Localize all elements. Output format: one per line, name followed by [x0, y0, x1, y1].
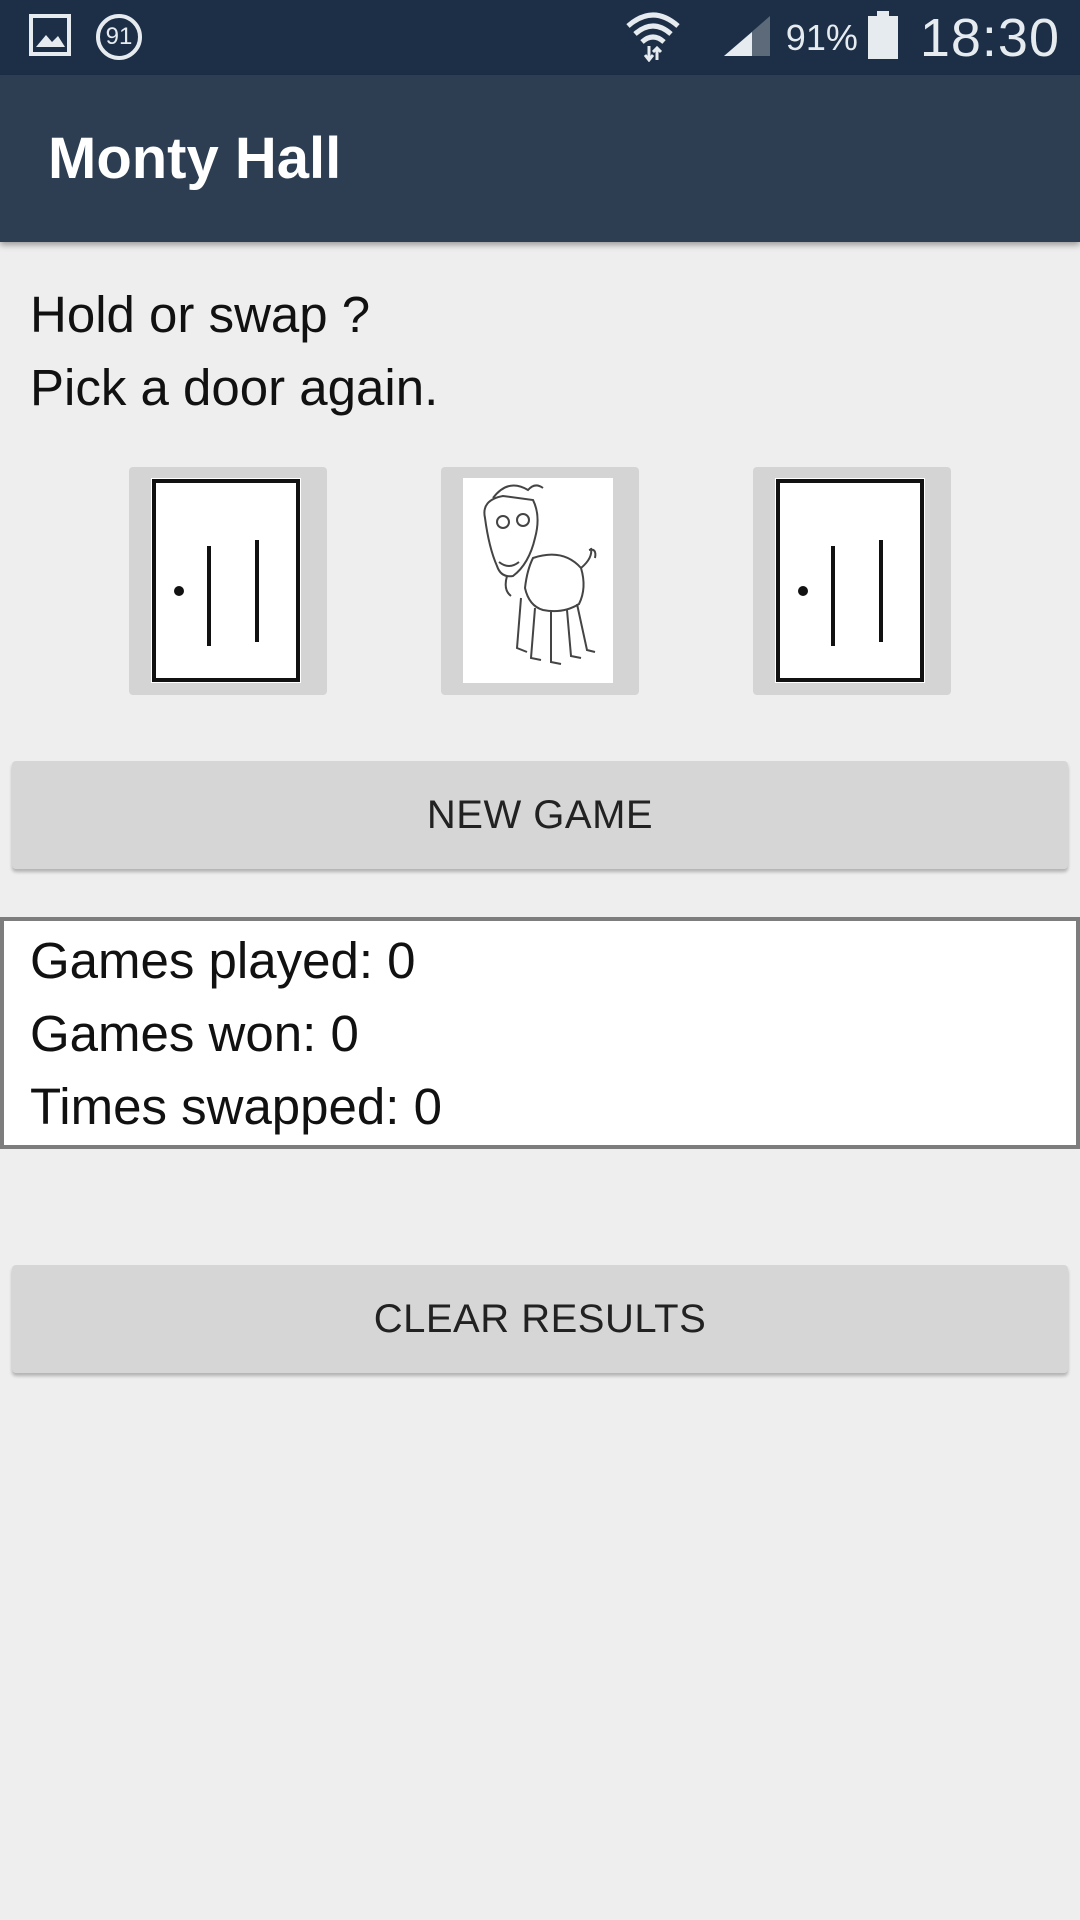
signal-icon [722, 12, 772, 63]
times-swapped-text: Times swapped: 0 [30, 1078, 442, 1135]
battery-percent: 91% [785, 16, 858, 58]
clock: 18:30 [919, 7, 1060, 68]
app-title: Monty Hall [48, 126, 342, 191]
wifi-icon [624, 8, 682, 67]
status-bar: 91 91% 18:30 [0, 0, 1080, 75]
game-prompt: Hold or swap ? Pick a door again. [30, 278, 438, 424]
prompt-line-hold-or-swap: Hold or swap ? [30, 286, 371, 343]
data-usage-badge: 91 [105, 23, 133, 50]
prompt-line-pick-door: Pick a door again. [30, 359, 439, 416]
app-bar: Monty Hall [0, 75, 1080, 242]
results-panel: Games played: 0 Games won: 0 Times swapp… [0, 917, 1080, 1149]
games-won-text: Games won: 0 [30, 1005, 359, 1062]
new-game-button[interactable]: NEW GAME [12, 761, 1068, 869]
gallery-icon [28, 13, 72, 62]
door-icon [151, 478, 301, 683]
battery-icon [867, 11, 898, 64]
goat-icon [463, 478, 613, 683]
door-2-button[interactable] [441, 467, 639, 695]
games-played-text: Games played: 0 [30, 932, 416, 989]
clear-results-button[interactable]: CLEAR RESULTS [12, 1265, 1068, 1373]
door-1-button[interactable] [129, 467, 327, 695]
door-3-button[interactable] [753, 467, 951, 695]
data-usage-icon: 91 [94, 12, 144, 62]
door-icon [775, 478, 925, 683]
